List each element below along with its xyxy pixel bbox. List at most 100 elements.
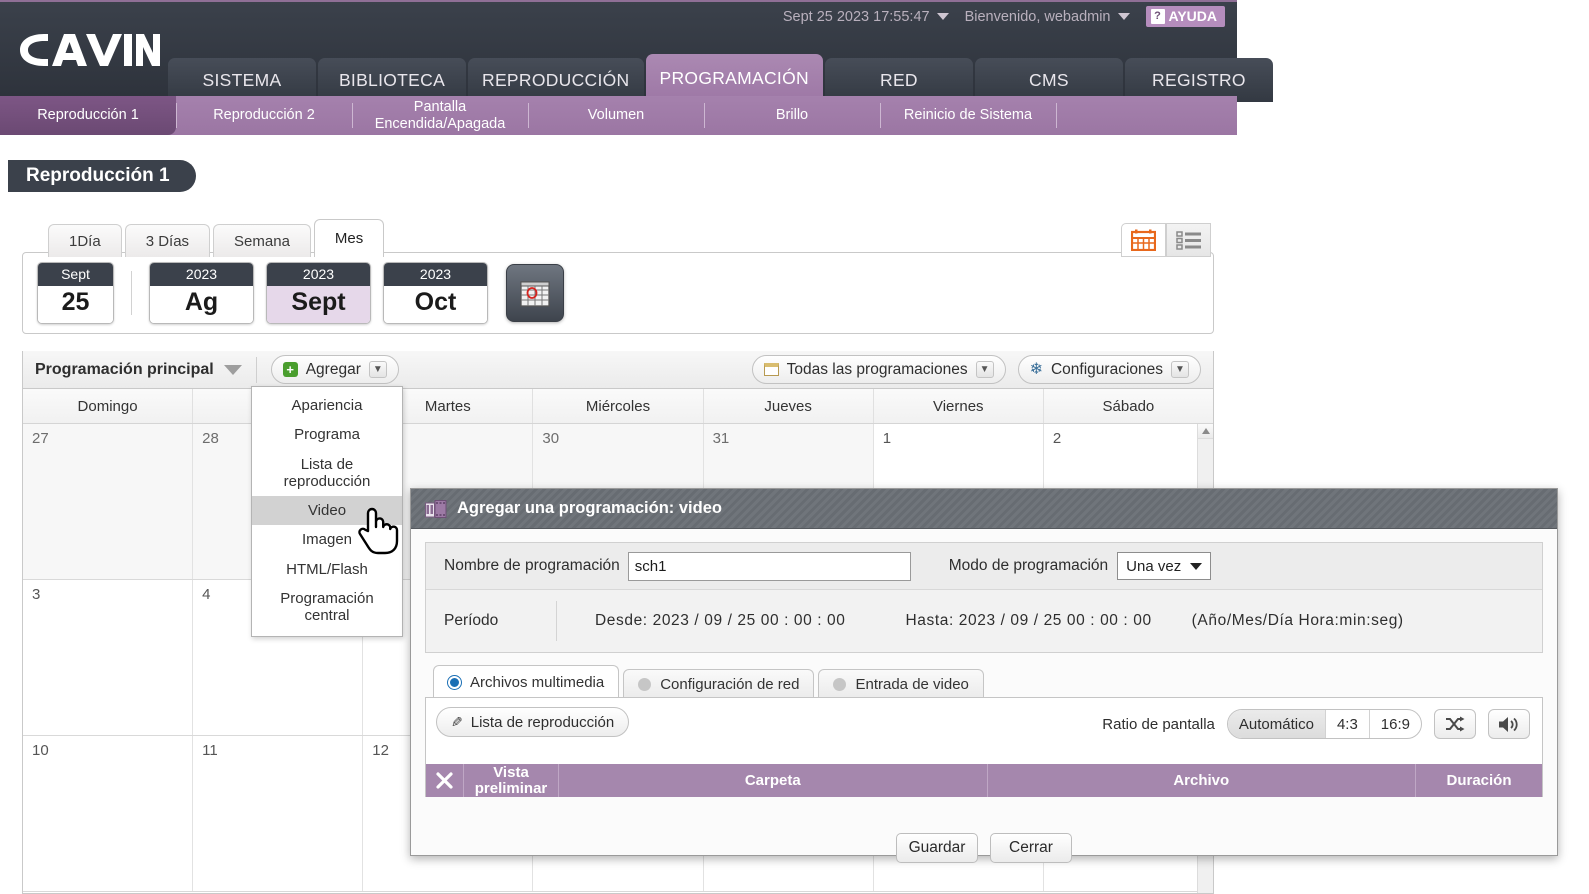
all-schedules-button[interactable]: Todas las programaciones ▼: [751, 355, 1006, 384]
dialog-tab-label: Archivos multimedia: [470, 673, 605, 691]
month-card-month: Oct: [384, 286, 487, 323]
shuffle-icon: [1446, 716, 1465, 732]
view-tab-mes[interactable]: Mes: [313, 219, 385, 257]
calendar-cell[interactable]: 11: [193, 736, 364, 891]
list-view-icon: [1175, 231, 1201, 250]
chevron-down-icon: ▼: [975, 361, 994, 378]
calendar-header-viernes: Viernes: [874, 389, 1044, 423]
calendar-picker-icon: [520, 281, 550, 307]
period-label: Período: [444, 612, 499, 629]
subnav-item-pantalla[interactable]: Pantalla Encendida/Apagada: [352, 96, 528, 135]
mouse-cursor: [355, 503, 401, 560]
dialog-tab-configuracion-de-red[interactable]: Configuración de red: [623, 669, 815, 698]
shuffle-button[interactable]: [1434, 709, 1476, 739]
schedule-mode-select[interactable]: Una vez: [1117, 552, 1212, 580]
view-tab-1dia[interactable]: 1Día: [48, 224, 122, 257]
question-mark-icon: ?: [1150, 8, 1165, 24]
scroll-up-arrow-icon[interactable]: [1198, 424, 1213, 439]
view-tab-semana[interactable]: Semana: [213, 224, 311, 257]
menu-item-programa[interactable]: Programa: [252, 420, 402, 449]
schedule-name-input[interactable]: [627, 551, 911, 581]
table-header-delete[interactable]: [426, 764, 464, 797]
menu-item-apariencia[interactable]: Apariencia: [252, 391, 402, 420]
ratio-option-4-3[interactable]: 4:3: [1324, 710, 1369, 738]
subnav-divider-end: [1056, 96, 1058, 135]
table-header-vista-preliminar: Vista preliminar: [464, 764, 559, 797]
main-tab-bar: SISTEMA BIBLIOTECA REPRODUCCIÓN PROGRAMA…: [168, 54, 1275, 102]
user-dropdown[interactable]: Bienvenido, webadmin: [965, 9, 1130, 25]
dialog-tab-entrada-de-video[interactable]: Entrada de video: [818, 669, 984, 698]
main-schedule-label: Programación principal: [35, 360, 214, 378]
ratio-option-automatico[interactable]: Automático: [1227, 710, 1325, 738]
chevron-down-icon: ▼: [368, 361, 387, 378]
calendar-cell[interactable]: 27: [23, 424, 194, 579]
subnav-pantalla-line2: Encendida/Apagada: [374, 115, 506, 132]
gear-icon: ❄: [1029, 360, 1043, 378]
dialog-body: Nombre de programación Modo de programac…: [411, 529, 1557, 863]
add-button-label: Agregar: [305, 360, 361, 378]
month-card-year: 2023: [384, 263, 487, 286]
month-card-year: 2023: [267, 263, 370, 286]
subnav-item-reproduccion-1[interactable]: Reproducción 1: [0, 96, 176, 135]
settings-button[interactable]: ❄ Configuraciones ▼: [1017, 355, 1201, 384]
day-card[interactable]: Sept 25: [37, 262, 114, 324]
calendar-view-button[interactable]: [1121, 223, 1166, 257]
dialog-title-text: Agregar una programación: video: [457, 499, 722, 517]
day-card-month: Sept: [38, 263, 113, 286]
month-card-year: 2023: [150, 263, 253, 286]
add-schedule-dialog: Agregar una programación: video Nombre d…: [410, 488, 1558, 863]
schedule-mode-value: Una vez: [1126, 557, 1182, 575]
main-schedule-dropdown[interactable]: Programación principal: [35, 361, 242, 379]
dialog-period-row: Período Desde: 2023 / 09 / 25 00 : 00 : …: [426, 590, 1542, 652]
datetime-text: Sept 25 2023 17:55:47: [782, 8, 930, 25]
delete-x-icon: [436, 772, 453, 789]
dialog-tab-archivos-multimedia[interactable]: Archivos multimedia: [433, 665, 620, 698]
playlist-button[interactable]: ✎ Lista de reproducción: [436, 707, 630, 737]
media-table-header: Vista preliminar Carpeta Archivo Duració…: [426, 764, 1542, 797]
all-schedules-label: Todas las programaciones: [786, 360, 968, 378]
subnav-item-reproduccion-2[interactable]: Reproducción 2: [176, 96, 352, 135]
ratio-segmented-control: Automático 4:3 16:9: [1226, 709, 1422, 739]
save-button[interactable]: Guardar: [896, 833, 978, 863]
ratio-option-16-9[interactable]: 16:9: [1368, 710, 1421, 738]
sub-nav-bar: Reproducción 1 Reproducción 2 Pantalla E…: [0, 96, 1237, 135]
dialog-name-row: Nombre de programación Modo de programac…: [426, 543, 1542, 590]
month-card-ag[interactable]: 2023 Ag: [149, 262, 254, 324]
volume-icon: [1499, 716, 1518, 732]
month-card-month: Ag: [150, 286, 253, 323]
volume-button[interactable]: [1488, 709, 1530, 739]
period-format-hint: (Año/Mes/Día Hora:min:seg): [1191, 612, 1404, 629]
subnav-item-brillo[interactable]: Brillo: [704, 96, 880, 135]
table-header-line2: preliminar: [474, 779, 548, 797]
pencil-icon: ✎: [451, 713, 463, 730]
month-card-sept[interactable]: 2023 Sept: [266, 262, 371, 324]
month-card-oct[interactable]: 2023 Oct: [383, 262, 488, 324]
view-tab-3dias[interactable]: 3 Días: [124, 224, 211, 257]
table-header-archivo: Archivo: [988, 764, 1416, 797]
list-view-button[interactable]: [1166, 223, 1211, 257]
calendar-cell[interactable]: 10: [23, 736, 194, 891]
datetime-dropdown[interactable]: Sept 25 2023 17:55:47: [783, 9, 949, 25]
dialog-tab-label: Entrada de video: [855, 675, 969, 693]
period-from[interactable]: Desde: 2023 / 09 / 25 00 : 00 : 00: [595, 612, 846, 630]
calendar-header-sabado: Sábado: [1102, 397, 1155, 415]
menu-item-programacion-central[interactable]: Programación central: [252, 584, 402, 631]
close-button[interactable]: Cerrar: [990, 833, 1072, 863]
calendar-picker-button[interactable]: [506, 264, 564, 322]
calendar-cell[interactable]: 3: [23, 580, 194, 735]
subnav-item-volumen[interactable]: Volumen: [528, 96, 704, 135]
settings-label: Configuraciones: [1050, 360, 1163, 378]
chevron-down-icon: [936, 13, 949, 20]
menu-item-lista-de-reproduccion[interactable]: Lista de reproducción: [252, 450, 402, 497]
tab-programacion[interactable]: PROGRAMACIÓN: [645, 54, 823, 102]
calendar-view-icon: [1131, 229, 1156, 251]
playlist-button-label: Lista de reproducción: [470, 713, 615, 731]
help-button[interactable]: ? AYUDA: [1145, 6, 1225, 27]
period-to[interactable]: Hasta: 2023 / 09 / 25 00 : 00 : 00: [906, 612, 1152, 630]
view-tab-bar: 1Día 3 Días Semana Mes: [48, 219, 387, 257]
chevron-down-icon: [1117, 13, 1130, 20]
add-button[interactable]: + Agregar ▼: [270, 355, 399, 384]
subnav-item-reinicio[interactable]: Reinicio de Sistema: [880, 96, 1056, 135]
page-title: Reproducción 1: [8, 160, 196, 192]
date-selector-panel: Sept 25 2023 Ag 2023 Sept 2023 Oct: [22, 252, 1214, 334]
